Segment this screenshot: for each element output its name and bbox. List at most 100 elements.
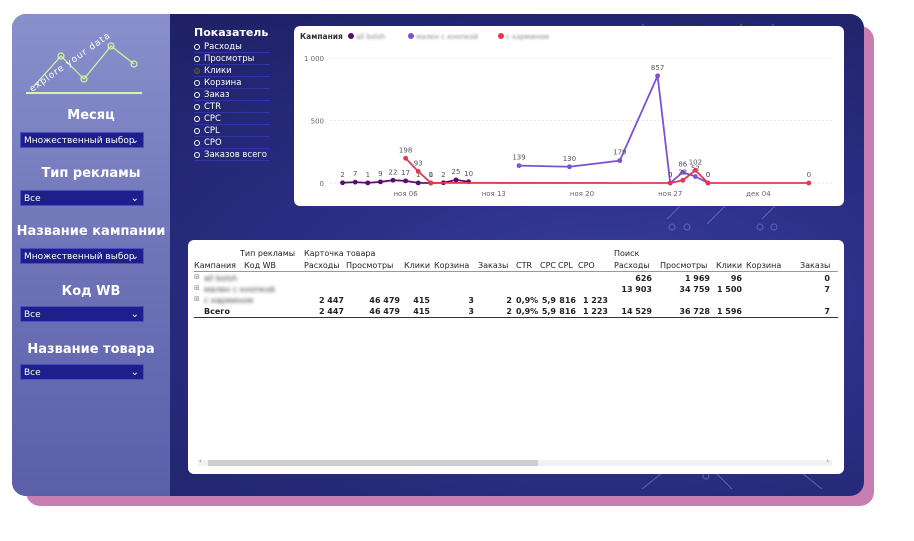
data-point[interactable] bbox=[680, 177, 686, 183]
data-point[interactable] bbox=[453, 177, 459, 183]
column-header: Заказы bbox=[478, 261, 509, 270]
column-header: Расходы bbox=[614, 261, 650, 270]
table-cell: 0,9% bbox=[516, 296, 539, 305]
data-point[interactable] bbox=[516, 163, 522, 169]
radio-icon[interactable] bbox=[194, 139, 200, 146]
data-point[interactable] bbox=[705, 180, 711, 186]
slicer-title-wb-code: Код WB bbox=[61, 284, 121, 299]
column-header: CPO bbox=[578, 261, 595, 270]
header-group-search: Поиск bbox=[614, 249, 640, 258]
slicer-dropdown-campaign[interactable]: Множественный выбор ⌄ bbox=[20, 248, 144, 264]
metric-option[interactable]: CTR bbox=[194, 101, 270, 113]
table-cell bbox=[478, 273, 512, 284]
metric-option[interactable]: Расходы bbox=[194, 41, 270, 53]
table-cell: 7 bbox=[824, 285, 830, 294]
expand-icon[interactable]: ⊞ bbox=[194, 273, 200, 281]
slicer-dropdown-product[interactable]: Все ⌄ bbox=[20, 364, 144, 380]
data-point[interactable] bbox=[617, 158, 623, 164]
data-label: 139 bbox=[512, 154, 525, 162]
slicer-dropdown-month[interactable]: Множественный выбор ⌄ bbox=[20, 132, 144, 148]
data-point[interactable] bbox=[352, 179, 358, 185]
expand-icon[interactable]: ⊞ bbox=[194, 284, 200, 292]
data-label: 2 bbox=[340, 171, 344, 179]
radio-icon[interactable] bbox=[194, 151, 200, 158]
slicer-value-month: Множественный выбор bbox=[24, 136, 135, 146]
radio-icon[interactable] bbox=[194, 43, 200, 50]
slicer-dropdown-ad-type[interactable]: Все ⌄ bbox=[20, 190, 144, 206]
table-cell: 7 bbox=[824, 307, 830, 316]
table-cell bbox=[404, 284, 430, 295]
data-point[interactable] bbox=[428, 180, 434, 186]
data-point[interactable] bbox=[340, 180, 345, 186]
explore-your-data-logo: explore your data bbox=[28, 34, 138, 94]
table-cell: 5,9 bbox=[541, 307, 556, 316]
metric-option[interactable]: CPO bbox=[194, 137, 270, 149]
horizontal-scrollbar[interactable]: ‹ › bbox=[198, 457, 832, 466]
metric-option[interactable]: Заказов всего bbox=[194, 149, 270, 161]
data-point[interactable] bbox=[403, 178, 408, 184]
data-point[interactable] bbox=[693, 167, 698, 173]
metric-option[interactable]: CPL bbox=[194, 125, 270, 137]
table-cell: 816 bbox=[559, 307, 576, 316]
metric-option[interactable]: CPC bbox=[194, 113, 270, 125]
data-point[interactable] bbox=[403, 155, 408, 161]
table-cell bbox=[434, 273, 474, 284]
legend-marker bbox=[408, 33, 414, 39]
table-cell: 1 223 bbox=[582, 296, 608, 305]
radio-icon[interactable] bbox=[194, 103, 200, 110]
table-cell: 1 969 bbox=[684, 274, 710, 283]
data-point[interactable] bbox=[365, 180, 371, 186]
slicer-value-product: Все bbox=[24, 368, 41, 378]
scrollbar-thumb[interactable] bbox=[208, 460, 538, 466]
data-point[interactable] bbox=[693, 174, 698, 179]
table-cell bbox=[434, 284, 474, 295]
scroll-left-icon[interactable]: ‹ bbox=[199, 457, 202, 465]
expand-icon[interactable]: ⊞ bbox=[194, 295, 200, 303]
data-point[interactable] bbox=[415, 180, 421, 186]
table-cell: 34 759 bbox=[679, 285, 710, 294]
column-header: Просмотры bbox=[346, 261, 394, 270]
table-cell bbox=[578, 273, 608, 284]
table-cell bbox=[800, 295, 830, 306]
slicer-dropdown-wb-code[interactable]: Все ⌄ bbox=[20, 306, 144, 322]
data-point[interactable] bbox=[378, 179, 383, 185]
metric-option[interactable]: Заказ bbox=[194, 89, 270, 101]
y-tick-label: 0 bbox=[320, 180, 324, 188]
metric-options: Расходы Просмотры Клики Корзина Заказ CTR CPC C… bbox=[194, 41, 270, 161]
data-label: 857 bbox=[651, 64, 664, 72]
x-tick-label: ноя 20 bbox=[570, 190, 594, 198]
data-label: 2 bbox=[441, 171, 445, 179]
table-cell: 0 bbox=[824, 274, 830, 283]
scroll-right-icon[interactable]: › bbox=[826, 457, 829, 465]
metric-option-label: CPC bbox=[204, 113, 221, 124]
line-chart-card: 1 000 500 0 ноя 06 ноя 13 ноя 20 ноя 27 дек 04 К… bbox=[294, 26, 844, 206]
campaign-name: Всего bbox=[204, 307, 230, 316]
radio-icon[interactable] bbox=[194, 91, 200, 98]
data-point[interactable] bbox=[415, 168, 421, 174]
radio-icon[interactable] bbox=[194, 67, 200, 74]
data-point[interactable] bbox=[667, 180, 673, 186]
metric-option[interactable]: Просмотры bbox=[194, 53, 270, 65]
metric-option[interactable]: Корзина bbox=[194, 77, 270, 89]
data-point[interactable] bbox=[567, 164, 572, 170]
slicer-value-wb-code: Все bbox=[24, 310, 41, 320]
data-label: 9 bbox=[378, 170, 382, 178]
radio-icon[interactable] bbox=[194, 55, 200, 62]
data-point[interactable] bbox=[806, 180, 812, 186]
column-header: Расходы bbox=[304, 261, 340, 270]
data-point[interactable] bbox=[655, 73, 660, 79]
table-cell: 46 479 bbox=[369, 296, 400, 305]
chevron-down-icon: ⌄ bbox=[130, 309, 139, 320]
table-cell: 1 596 bbox=[716, 307, 742, 316]
table-cell: 2 bbox=[506, 307, 512, 316]
table-cell: 415 bbox=[413, 296, 430, 305]
radio-icon[interactable] bbox=[194, 127, 200, 134]
radio-icon[interactable] bbox=[194, 115, 200, 122]
radio-icon[interactable] bbox=[194, 79, 200, 86]
table-cell: 36 728 bbox=[679, 307, 710, 316]
data-point[interactable] bbox=[390, 177, 396, 183]
metric-option[interactable]: Клики bbox=[194, 65, 270, 77]
campaign-name: мален с кнопкой bbox=[204, 285, 275, 294]
table-cell bbox=[346, 284, 400, 295]
table-cell: 14 529 bbox=[621, 307, 652, 316]
